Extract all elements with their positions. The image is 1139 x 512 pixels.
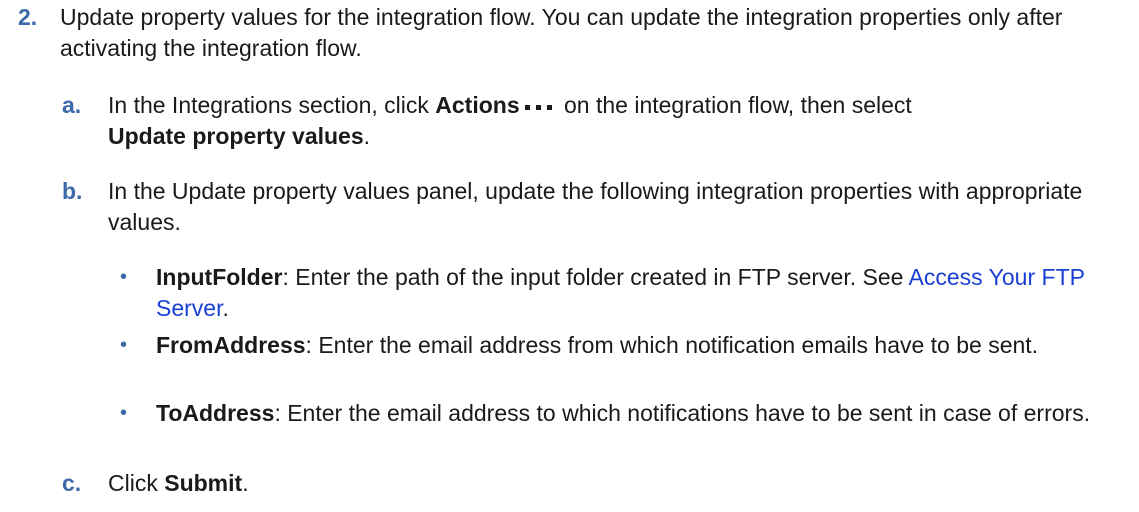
more-horizontal-dots-icon [524,102,554,112]
input-folder-post: . [222,295,229,321]
bullet-input-folder: InputFolder: Enter the path of the input… [156,262,1139,324]
to-address-text: : Enter the email address to which notif… [274,400,1091,426]
substep-letter-a: a. [62,92,82,118]
substep-b-text: In the Update property values panel, upd… [108,178,1083,235]
substep-a-post: . [363,123,371,149]
update-property-values-label: Update property values [108,123,364,149]
substep-a-pre: In the Integrations section, click [108,92,436,118]
input-folder-label: InputFolder [156,264,283,290]
substep-a-mid: on the integration flow, then select [557,92,912,118]
from-address-label: FromAddress [156,332,306,358]
substep-a-text: In the Integrations section, click Actio… [108,90,1108,152]
substep-c-pre: Click [108,470,165,496]
from-address-text: : Enter the email address from which not… [305,332,1039,358]
bullet-marker: • [120,334,128,356]
step-number: 2. [18,4,38,30]
step-text: Update property values for the integrati… [60,4,1063,61]
substep-c-post: . [242,470,249,496]
bullet-to-address: ToAddress: Enter the email address to wh… [156,398,1136,429]
to-address-label: ToAddress [156,400,275,426]
bullet-marker: • [120,402,128,424]
input-folder-text: : Enter the path of the input folder cre… [282,264,909,290]
substep-c-text: Click Submit. [108,468,708,499]
substep-letter-b: b. [62,178,83,204]
substep-letter-c: c. [62,470,82,496]
bullet-marker: • [120,266,128,288]
actions-label: Actions [435,92,520,118]
bullet-from-address: FromAddress: Enter the email address fro… [156,330,1131,361]
submit-label: Submit [164,470,243,496]
